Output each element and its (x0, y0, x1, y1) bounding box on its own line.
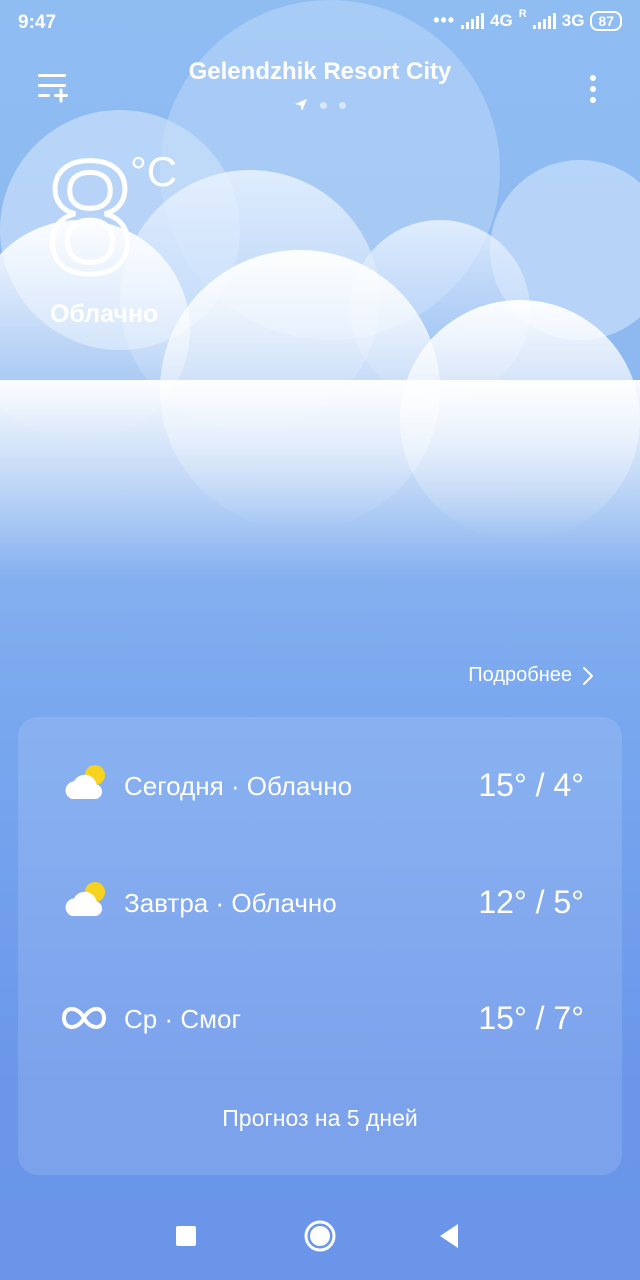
signal-icon-2 (532, 12, 556, 29)
home-icon[interactable] (302, 1218, 338, 1254)
forecast-row-tomorrow[interactable]: Завтра · Облачно 12° / 5° (18, 872, 622, 932)
recent-apps-icon[interactable] (174, 1218, 198, 1254)
forecast-card: Сегодня · Облачно 15° / 4° Завтра · Обла… (18, 717, 622, 1175)
page-indicator (0, 98, 640, 112)
forecast-range: 15° / 7° (478, 1000, 584, 1036)
chevron-right-icon (583, 666, 593, 685)
five-day-forecast-button[interactable]: Прогноз на 5 дней (18, 1105, 622, 1132)
current-condition: Облачно (50, 300, 159, 328)
roaming-indicator: R (518, 7, 527, 20)
location-arrow-icon (295, 99, 307, 111)
forecast-label: Завтра · Облачно (124, 888, 337, 918)
partly-cloudy-icon (65, 882, 105, 916)
status-icons: ••• 4G R 3G 87 (433, 7, 622, 31)
network-type-1: 4G (490, 10, 513, 30)
current-temperature: 8 (40, 150, 140, 280)
more-options-icon[interactable] (578, 70, 608, 108)
forecast-label: Ср · Смог (124, 1004, 241, 1034)
city-name: Gelendzhik Resort City (188, 58, 452, 85)
more-notifications-icon: ••• (433, 10, 456, 30)
app-header: Gelendzhik Resort City (0, 52, 640, 122)
forecast-range: 12° / 5° (478, 884, 584, 920)
partly-cloudy-icon (65, 765, 105, 799)
details-link[interactable]: Подробнее (468, 664, 594, 687)
battery-icon: 87 (590, 10, 622, 31)
smog-icon (61, 1007, 107, 1029)
forecast-label: Сегодня · Облачно (124, 771, 353, 801)
system-nav-bar (0, 1192, 640, 1280)
forecast-row-today[interactable]: Сегодня · Облачно 15° / 4° (18, 755, 622, 815)
back-icon[interactable] (436, 1218, 462, 1254)
page-dot (320, 101, 327, 109)
forecast-range: 15° / 4° (478, 767, 584, 803)
status-bar: 9:47 ••• 4G R 3G 87 (0, 0, 640, 46)
temperature-unit: °C (130, 148, 178, 195)
status-time: 9:47 (18, 12, 57, 33)
forecast-row-wednesday[interactable]: Ср · Смог 15° / 7° (18, 988, 622, 1048)
page-dot (339, 101, 346, 109)
svg-text:8: 8 (42, 150, 137, 280)
network-type-2: 3G (561, 10, 585, 30)
details-link-label: Подробнее (468, 664, 572, 686)
signal-icon (461, 12, 485, 29)
